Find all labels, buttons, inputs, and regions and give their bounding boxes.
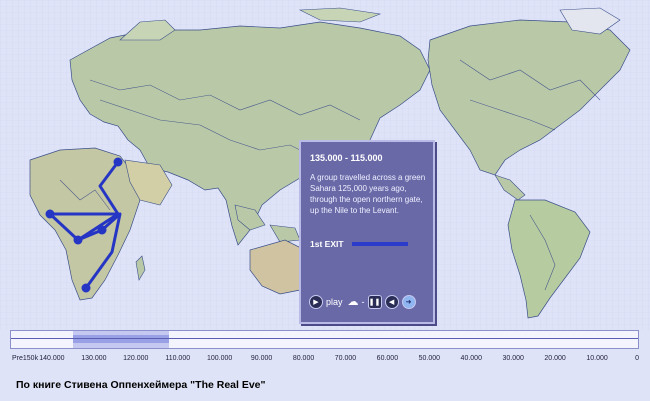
route-node <box>113 157 123 167</box>
pause-icon[interactable]: ❚❚ <box>367 295 382 309</box>
play-button[interactable]: play <box>326 297 343 307</box>
timeline-selection-core <box>73 335 169 343</box>
cloud-icon[interactable]: ☁ <box>348 296 359 308</box>
timeline-tick: Pre150k <box>12 355 39 362</box>
separator: - <box>361 297 365 307</box>
timeline-tick: 110.000 <box>165 355 191 362</box>
timeline-bar[interactable] <box>10 330 639 349</box>
caption: По книге Стивена Оппенхеймера "The Real … <box>16 379 266 391</box>
timeline-tick: 100.000 <box>207 355 233 362</box>
timeline-tick: 0 <box>635 355 639 362</box>
period-description: A group travelled across a green Sahara … <box>310 173 426 215</box>
playback-controls: ▶ play ☁ - ❚❚ ◀ ➜ <box>309 294 416 310</box>
exit-label: 1st EXIT <box>310 239 344 249</box>
info-panel: 135.000 - 115.000 A group travelled acro… <box>299 140 435 324</box>
timeline-tick: 130.000 <box>81 355 107 362</box>
exit-row: 1st EXIT <box>310 238 426 250</box>
route-node <box>45 209 55 219</box>
timeline-tick: 20.000 <box>544 355 566 362</box>
route-node <box>73 235 83 245</box>
route-node <box>97 225 107 235</box>
timeline-tick: 50.000 <box>418 355 441 362</box>
timeline-tick: 10.000 <box>586 355 608 362</box>
timeline-tick: 60.000 <box>376 355 399 362</box>
period-title: 135.000 - 115.000 <box>310 153 383 163</box>
timeline-tick: 90.000 <box>250 355 273 362</box>
timeline-tick: 120.000 <box>123 355 149 362</box>
timeline-tick: 70.000 <box>334 355 357 362</box>
timeline-ticks: Pre150k 140.000 130.000 120.000 110.000 100.0… <box>10 355 639 367</box>
exit-bar <box>351 242 408 246</box>
timeline-tick: 80.000 <box>292 355 315 362</box>
route-node <box>81 283 91 293</box>
timeline-track <box>11 338 638 339</box>
rewind-icon[interactable]: ◀ <box>384 295 399 309</box>
forward-icon[interactable]: ➜ <box>401 295 416 309</box>
timeline-tick: 30.000 <box>502 355 524 362</box>
play-icon[interactable]: ▶ <box>309 295 323 309</box>
timeline-tick: 40.000 <box>460 355 482 362</box>
timeline-tick: 140.000 <box>39 355 65 362</box>
